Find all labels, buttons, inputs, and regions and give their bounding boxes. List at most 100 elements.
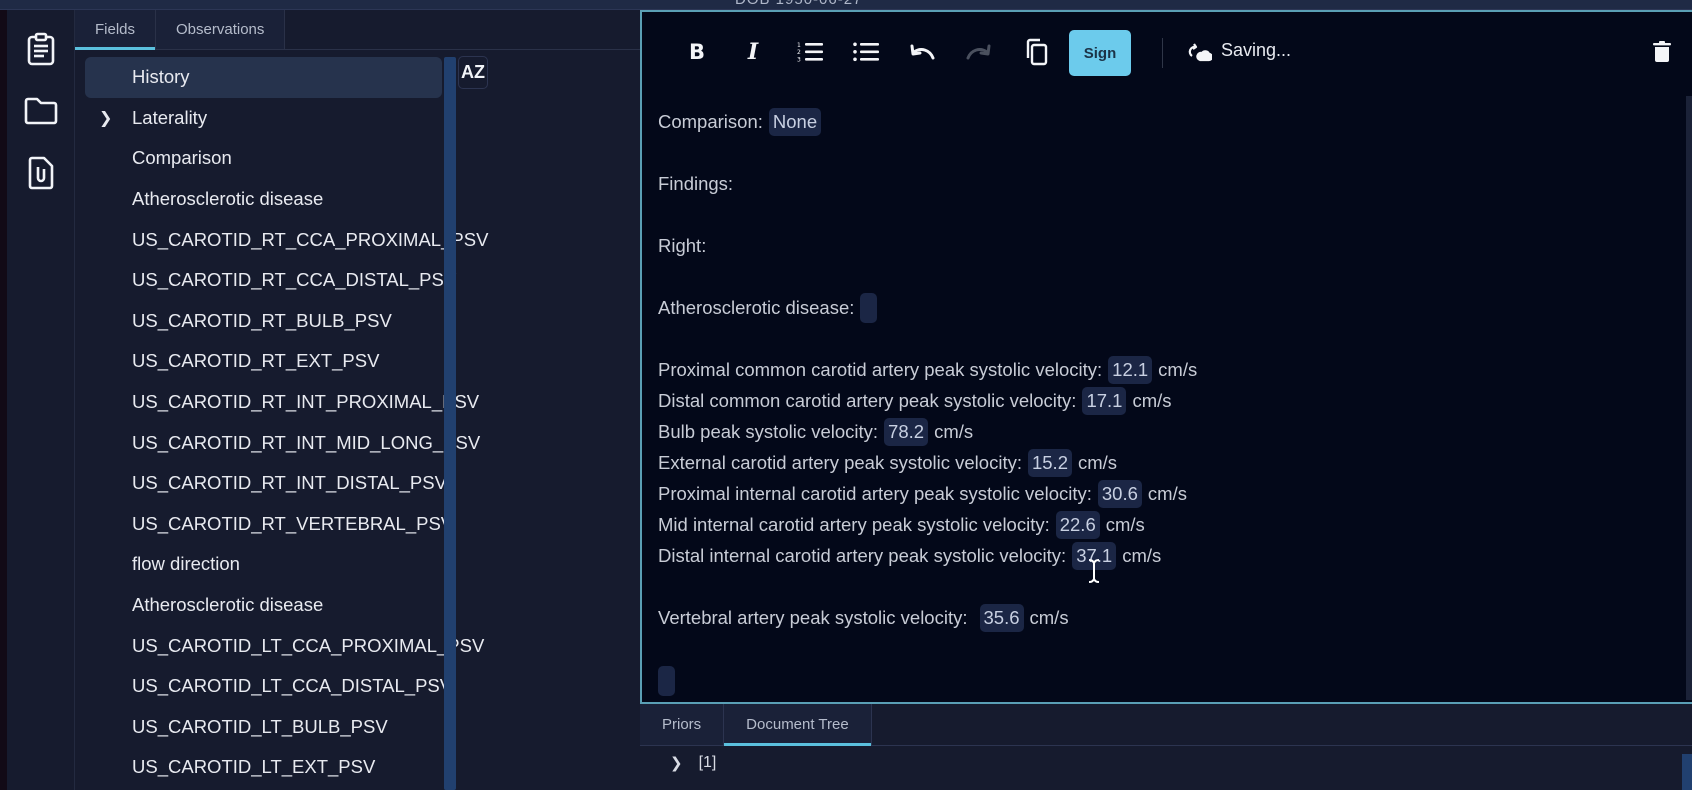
bottom-scrollbar[interactable] xyxy=(1682,754,1692,790)
field-label: US_CAROTID_RT_BULB_PSV xyxy=(132,309,392,331)
field-item[interactable]: US_CAROTID_RT_CCA_DISTAL_PSV xyxy=(85,260,456,301)
text-cursor-icon xyxy=(1088,559,1100,583)
redo-icon xyxy=(966,44,991,60)
ordered-list-button[interactable]: 123 xyxy=(792,34,828,70)
unit-label: cm/s xyxy=(1132,390,1172,411)
attachment-icon[interactable] xyxy=(24,156,58,190)
measurement-value-field[interactable]: 30.6 xyxy=(1097,480,1142,508)
tab-observations[interactable]: Observations xyxy=(156,10,286,49)
bullet-list-button[interactable] xyxy=(848,34,884,70)
field-item[interactable]: US_CAROTID_RT_INT_MID_LONG_PSV xyxy=(85,422,480,463)
delete-button[interactable] xyxy=(1644,34,1680,70)
bold-button[interactable]: B xyxy=(679,34,715,70)
field-item-laterality[interactable]: ❯ Laterality xyxy=(85,98,442,139)
field-label: US_CAROTID_LT_CCA_DISTAL_PSV xyxy=(132,675,453,697)
field-item[interactable]: US_CAROTID_LT_CCA_PROXIMAL_PSV xyxy=(85,625,484,666)
cloud-sync-icon xyxy=(1188,43,1212,62)
unit-label: cm/s xyxy=(1078,452,1118,473)
editor-toolbar: B I 123 Sign Saving... xyxy=(642,12,1692,92)
clipboard-icon[interactable] xyxy=(24,32,58,66)
chevron-right-icon[interactable]: ❯ xyxy=(670,754,683,772)
field-label: US_CAROTID_LT_BULB_PSV xyxy=(132,715,388,737)
field-label: US_CAROTID_LT_EXT_PSV xyxy=(132,756,376,778)
field-label: US_CAROTID_RT_INT_DISTAL_PSV xyxy=(132,472,447,494)
field-item[interactable]: Comparison xyxy=(85,138,442,179)
field-item-history[interactable]: History xyxy=(85,57,442,98)
field-label: US_CAROTID_RT_INT_MID_LONG_PSV xyxy=(132,431,481,453)
unit-label: cm/s xyxy=(1105,514,1145,535)
field-label: US_CAROTID_RT_CCA_PROXIMAL_PSV xyxy=(132,228,489,250)
svg-text:2: 2 xyxy=(797,49,801,56)
measurement-line: External carotid artery peak systolic ve… xyxy=(658,449,1117,477)
svg-text:3: 3 xyxy=(797,57,801,64)
measurement-value-field[interactable]: 78.2 xyxy=(884,418,929,446)
bottom-tabs: Priors Document Tree xyxy=(640,704,1692,746)
right-label: Right: xyxy=(658,235,707,256)
sync-status-indicator xyxy=(1182,34,1218,70)
field-item[interactable]: US_CAROTID_LT_CCA_DISTAL_PSV xyxy=(85,666,452,707)
italic-button[interactable]: I xyxy=(735,34,771,70)
fields-panel: Fields Observations History ❯ Laterality … xyxy=(75,10,640,790)
unit-label: cm/s xyxy=(1029,607,1069,628)
field-item[interactable]: US_CAROTID_LT_EXT_PSV xyxy=(85,747,442,788)
vertebral-value-field[interactable]: 35.6 xyxy=(979,604,1024,632)
field-list: History ❯ Laterality Comparison Atheroscl… xyxy=(85,57,488,788)
vertebral-line: Vertebral artery peak systolic velocity:… xyxy=(658,604,1069,632)
athero-line: Atherosclerotic disease: xyxy=(658,293,883,323)
fields-scrollbar[interactable] xyxy=(444,57,456,790)
sign-button[interactable]: Sign xyxy=(1069,30,1131,76)
field-item[interactable]: US_CAROTID_RT_CCA_PROXIMAL_PSV xyxy=(85,219,488,260)
window-edge xyxy=(0,10,7,790)
top-bar: DOB 1950-06-27 xyxy=(0,0,1692,10)
patient-dob: DOB 1950-06-27 xyxy=(735,0,862,8)
field-label: US_CAROTID_RT_VERTEBRAL_PSV xyxy=(132,512,454,534)
undo-button[interactable] xyxy=(904,34,940,70)
field-label: US_CAROTID_RT_INT_PROXIMAL_PSV xyxy=(132,391,480,413)
icon-rail xyxy=(7,10,75,790)
tab-document-tree[interactable]: Document Tree xyxy=(724,704,872,746)
bullet-list-icon xyxy=(853,42,879,62)
field-item[interactable]: Atherosclerotic disease xyxy=(85,179,442,220)
field-label: History xyxy=(132,66,190,88)
field-item[interactable]: US_CAROTID_RT_VERTEBRAL_PSV xyxy=(85,504,453,545)
tab-label: Document Tree xyxy=(746,716,849,733)
measurement-label: Mid internal carotid artery peak systoli… xyxy=(658,514,1050,535)
unit-label: cm/s xyxy=(934,421,974,442)
tab-priors[interactable]: Priors xyxy=(640,704,725,745)
tab-label: Fields xyxy=(95,21,136,38)
editor-scrollbar[interactable] xyxy=(1686,96,1692,700)
field-item[interactable]: US_CAROTID_RT_INT_PROXIMAL_PSV xyxy=(85,382,479,423)
copy-button[interactable] xyxy=(1018,34,1054,70)
field-item[interactable]: US_CAROTID_LT_BULB_PSV xyxy=(85,707,442,748)
tree-node[interactable]: ❯ [1] xyxy=(670,754,716,772)
sort-az-icon: AZ xyxy=(461,62,485,82)
field-item[interactable]: flow direction xyxy=(85,544,442,585)
redo-button[interactable] xyxy=(961,34,997,70)
chevron-right-icon[interactable]: ❯ xyxy=(99,108,112,128)
findings-label: Findings: xyxy=(658,173,734,194)
measurement-value-field[interactable]: 12.1 xyxy=(1108,356,1153,384)
measurement-value-field[interactable]: 15.2 xyxy=(1027,449,1072,477)
field-item[interactable]: US_CAROTID_RT_INT_DISTAL_PSV xyxy=(85,463,447,504)
measurement-label: Proximal internal carotid artery peak sy… xyxy=(658,483,1092,504)
folder-icon[interactable] xyxy=(24,94,58,128)
measurement-value-field[interactable]: 17.1 xyxy=(1082,387,1127,415)
bold-icon: B xyxy=(688,40,705,64)
measurement-line: Mid internal carotid artery peak systoli… xyxy=(658,511,1145,539)
report-editor[interactable]: B I 123 Sign Saving... Comparison: None … xyxy=(640,10,1692,704)
field-item[interactable]: US_CAROTID_RT_EXT_PSV xyxy=(85,341,442,382)
athero-value-field[interactable] xyxy=(860,293,878,323)
measurement-label: Distal internal carotid artery peak syst… xyxy=(658,545,1067,566)
field-item[interactable]: US_CAROTID_RT_BULB_PSV xyxy=(85,301,442,342)
comparison-value-field[interactable]: None xyxy=(768,108,822,136)
tab-fields[interactable]: Fields xyxy=(75,10,157,50)
unit-label: cm/s xyxy=(1158,359,1198,380)
field-label: US_CAROTID_RT_EXT_PSV xyxy=(132,350,380,372)
empty-value-field[interactable] xyxy=(658,666,675,696)
field-label: US_CAROTID_LT_CCA_PROXIMAL_PSV xyxy=(132,634,485,656)
sort-az-button[interactable]: AZ xyxy=(458,56,488,89)
svg-text:1: 1 xyxy=(797,42,801,49)
measurement-value-field[interactable]: 22.6 xyxy=(1055,511,1100,539)
field-item[interactable]: Atherosclerotic disease xyxy=(85,585,442,626)
findings-heading: Findings: xyxy=(658,170,733,198)
